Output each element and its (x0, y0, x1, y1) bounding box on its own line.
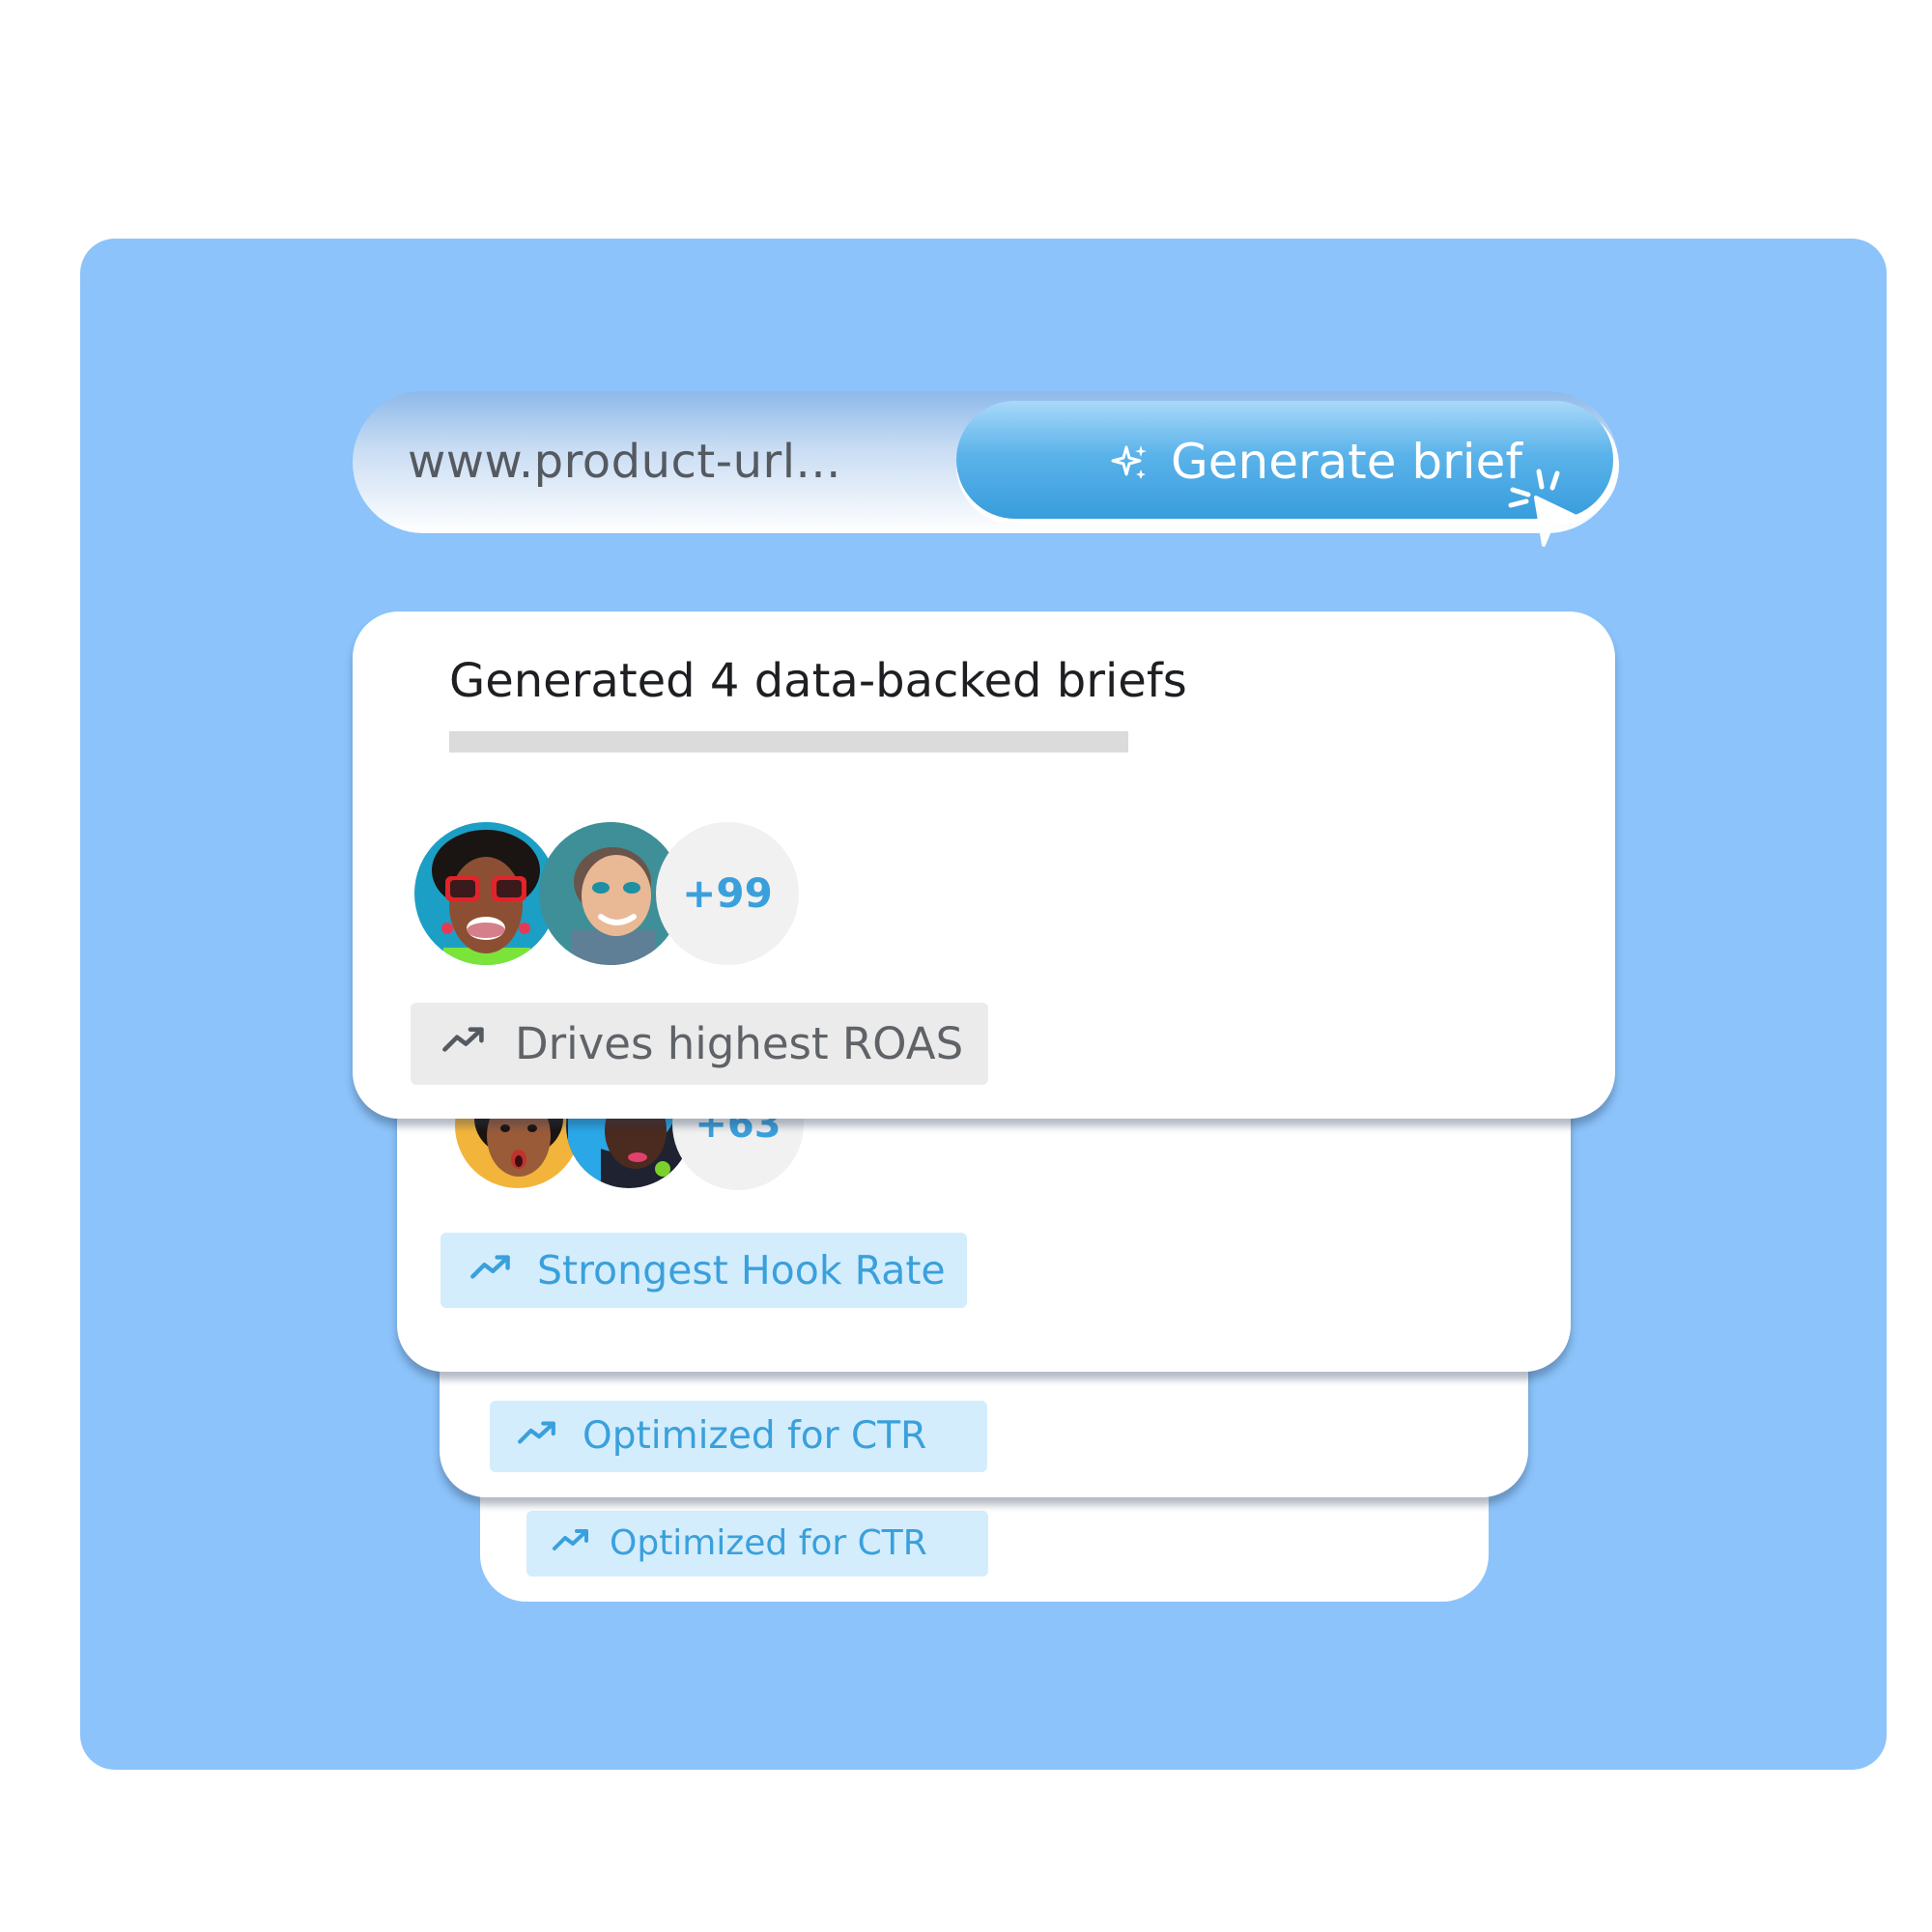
results-title: Generated 4 data-backed briefs (449, 654, 1187, 708)
trending-up-icon (442, 1027, 484, 1052)
brief-tag-label: Optimized for CTR (610, 1523, 927, 1563)
brief-tag: Strongest Hook Rate (440, 1233, 967, 1308)
progress-bar (449, 731, 1128, 753)
cursor-click-icon (1508, 469, 1580, 547)
trending-up-icon (553, 1529, 588, 1550)
trending-up-icon (518, 1421, 555, 1444)
sparkle-icon (1111, 445, 1147, 479)
brief-tag: Optimized for CTR (490, 1401, 987, 1472)
avatar (414, 822, 557, 965)
brief-card-1[interactable]: Generated 4 data-backed briefs +99 Drive… (353, 611, 1615, 1119)
generate-brief-label: Generate brief (1171, 434, 1522, 490)
url-input-bar[interactable]: www.product-url... Generate brief (353, 391, 1618, 533)
avatar-overflow-count[interactable]: +99 (656, 822, 799, 965)
brief-tag: Optimized for CTR (526, 1511, 988, 1577)
trending-up-icon (470, 1255, 510, 1279)
url-input-text[interactable]: www.product-url... (408, 391, 841, 533)
brief-tag: Drives highest ROAS (411, 1003, 988, 1085)
brief-tag-label: Drives highest ROAS (515, 1018, 964, 1069)
brief-tag-label: Optimized for CTR (582, 1414, 927, 1458)
brief-tag-label: Strongest Hook Rate (537, 1247, 946, 1293)
